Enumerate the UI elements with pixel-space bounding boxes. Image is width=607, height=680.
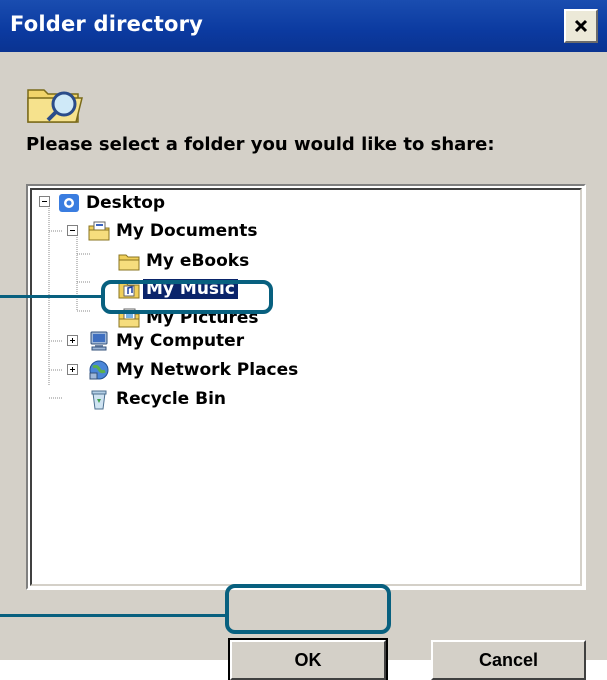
callout-highlight-my-music [101,280,273,314]
collapse-my-documents-button[interactable] [67,225,78,236]
tree-node-recycle-bin[interactable]: Recycle Bin [88,386,226,412]
cancel-button[interactable]: Cancel [431,640,586,680]
dialog-prompt: Please select a folder you would like to… [26,134,495,155]
close-button[interactable] [564,9,598,43]
my-documents-icon [88,221,110,241]
folder-search-icon [27,89,83,123]
window-title: Folder directory [10,12,204,36]
expand-my-computer-button[interactable] [67,335,78,346]
dialog-body: Please select a folder you would like to… [0,52,607,680]
tree-node-my-ebooks[interactable]: My eBooks [118,248,249,274]
callout-highlight-ok [225,584,391,634]
folder-icon [118,254,140,271]
network-places-icon [89,360,109,380]
ok-button-label: OK [294,649,322,670]
callout-line-ok [0,614,225,617]
desktop-icon [59,194,79,212]
tree-node-my-documents[interactable]: My Documents [88,218,257,244]
ok-button[interactable]: OK [228,638,388,680]
folder-tree-inner: Desktop My Documents My eBooks My Music … [30,188,582,586]
tree-node-my-network-places[interactable]: My Network Places [88,357,298,383]
recycle-bin-icon [91,390,107,410]
close-icon [574,19,588,33]
tree-node-desktop[interactable]: Desktop [58,190,165,216]
expand-my-network-places-button[interactable] [67,364,78,375]
folder-tree[interactable]: Desktop My Documents My eBooks My Music … [26,184,586,590]
cancel-button-label: Cancel [478,649,539,670]
tree-node-label: My eBooks [146,251,250,271]
tree-node-label: Recycle Bin [116,389,227,409]
tree-node-label: My Documents [116,221,258,241]
tree-node-label: My Computer [116,331,245,351]
title-bar: Folder directory [0,0,607,52]
collapse-desktop-button[interactable] [39,196,50,207]
tree-node-label: My Network Places [116,360,299,380]
callout-line-my-music [0,295,101,298]
tree-node-my-computer[interactable]: My Computer [88,328,244,354]
computer-icon [90,331,108,351]
tree-node-label: Desktop [86,193,166,213]
